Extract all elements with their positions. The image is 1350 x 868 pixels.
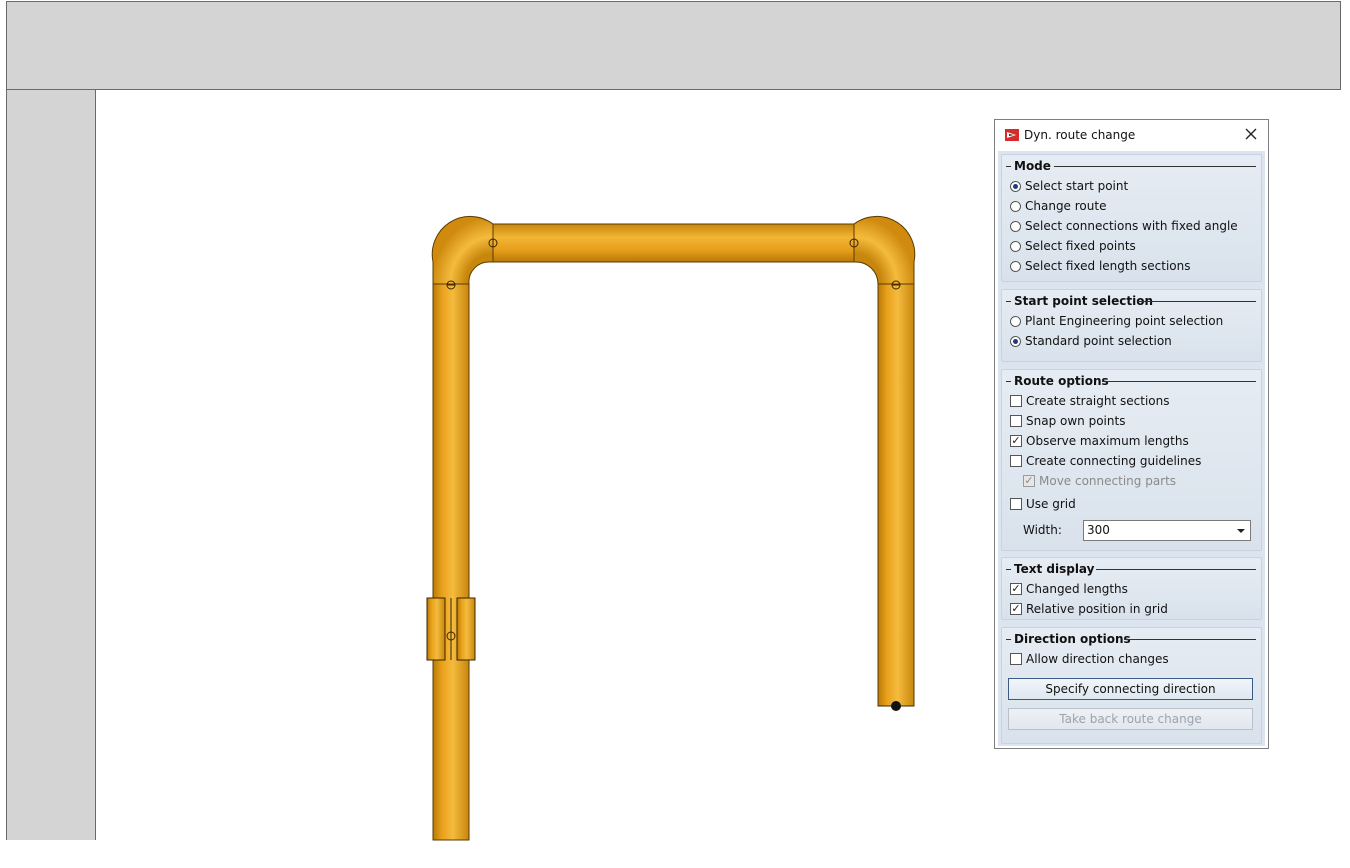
checkbox[interactable] (1010, 653, 1022, 665)
top-right-bend[interactable] (853, 215, 916, 285)
dialog-titlebar[interactable]: Dyn. route change (995, 120, 1268, 150)
width-select-value: 300 (1087, 523, 1110, 537)
mode-group: Mode Select start point Change route Sel… (1001, 154, 1262, 282)
radio-plant-engineering-point-selection[interactable]: Plant Engineering point selection (1010, 313, 1223, 329)
radio-button[interactable] (1010, 240, 1021, 252)
chevron-down-icon[interactable] (1237, 529, 1245, 533)
check-allow-direction-changes[interactable]: Allow direction changes (1010, 651, 1169, 667)
group-divider (1096, 569, 1256, 570)
checkbox-checked[interactable]: ✓ (1010, 603, 1022, 615)
checkbox-checked[interactable]: ✓ (1010, 435, 1022, 447)
check-move-connecting-parts: ✓ Move connecting parts (1023, 474, 1177, 488)
checkbox-checked-disabled: ✓ (1023, 474, 1035, 487)
route-options-group: Route options Create straight sections S… (1001, 369, 1262, 551)
radio-select-fixed-length-sections[interactable]: Select fixed length sections (1010, 258, 1190, 274)
check-snap-own-points[interactable]: Snap own points (1010, 413, 1125, 429)
width-label: Width: (1023, 523, 1062, 537)
dyn-route-change-dialog: Dyn. route change Mode Select start poin… (994, 119, 1269, 749)
route-end-point[interactable] (891, 701, 901, 711)
direction-options-group-title: Direction options (1006, 632, 1131, 646)
group-divider (1102, 381, 1256, 382)
start-point-selection-group: Start point selection Plant Engineering … (1001, 289, 1262, 362)
start-point-group-title: Start point selection (1006, 294, 1153, 308)
radio-select-connections-fixed-angle[interactable]: Select connections with fixed angle (1010, 218, 1238, 234)
radio-select-fixed-points[interactable]: Select fixed points (1010, 238, 1136, 254)
text-display-group: Text display ✓ Changed lengths ✓ Relative … (1001, 557, 1262, 620)
checkbox[interactable] (1010, 415, 1022, 427)
radio-button[interactable] (1010, 335, 1021, 347)
text-display-group-title: Text display (1006, 562, 1094, 576)
check-create-connecting-guidelines[interactable]: Create connecting guidelines (1010, 453, 1201, 469)
checkbox[interactable] (1010, 455, 1022, 467)
specify-connecting-direction-button[interactable]: Specify connecting direction (1008, 678, 1253, 700)
group-divider (1054, 166, 1256, 167)
group-divider (1137, 301, 1256, 302)
flange-left[interactable] (426, 597, 446, 661)
check-create-straight-sections[interactable]: Create straight sections (1010, 393, 1169, 409)
checkbox[interactable] (1010, 498, 1022, 510)
check-use-grid[interactable]: Use grid (1010, 496, 1076, 512)
direction-options-group: Direction options Allow direction change… (1001, 627, 1262, 744)
radio-button[interactable] (1010, 260, 1021, 272)
route-options-group-title: Route options (1006, 374, 1109, 388)
check-relative-position-in-grid[interactable]: ✓ Relative position in grid (1010, 601, 1168, 617)
right-vertical-pipe[interactable] (877, 283, 915, 707)
group-divider (1124, 639, 1256, 640)
radio-button[interactable] (1010, 200, 1021, 212)
radio-button[interactable] (1010, 180, 1021, 192)
take-back-route-change-button: Take back route change (1008, 708, 1253, 730)
radio-button[interactable] (1010, 220, 1021, 232)
radio-select-start-point[interactable]: Select start point (1010, 178, 1128, 194)
check-observe-maximum-lengths[interactable]: ✓ Observe maximum lengths (1010, 433, 1189, 449)
top-horizontal-pipe[interactable] (492, 223, 855, 263)
checkbox-checked[interactable]: ✓ (1010, 583, 1022, 595)
radio-standard-point-selection[interactable]: Standard point selection (1010, 333, 1172, 349)
dialog-body: Mode Select start point Change route Sel… (998, 151, 1265, 746)
width-select[interactable]: 300 (1083, 520, 1251, 541)
flange-right[interactable] (456, 597, 476, 661)
mode-group-title: Mode (1006, 159, 1051, 173)
top-left-bend[interactable] (431, 215, 494, 285)
radio-button[interactable] (1010, 315, 1021, 327)
checkbox[interactable] (1010, 395, 1022, 407)
radio-change-route[interactable]: Change route (1010, 198, 1106, 214)
close-icon[interactable] (1240, 123, 1262, 145)
left-vertical-pipe[interactable] (432, 283, 470, 841)
dialog-title: Dyn. route change (1024, 128, 1136, 142)
check-changed-lengths[interactable]: ✓ Changed lengths (1010, 581, 1128, 597)
route-change-app-icon (1004, 127, 1020, 143)
